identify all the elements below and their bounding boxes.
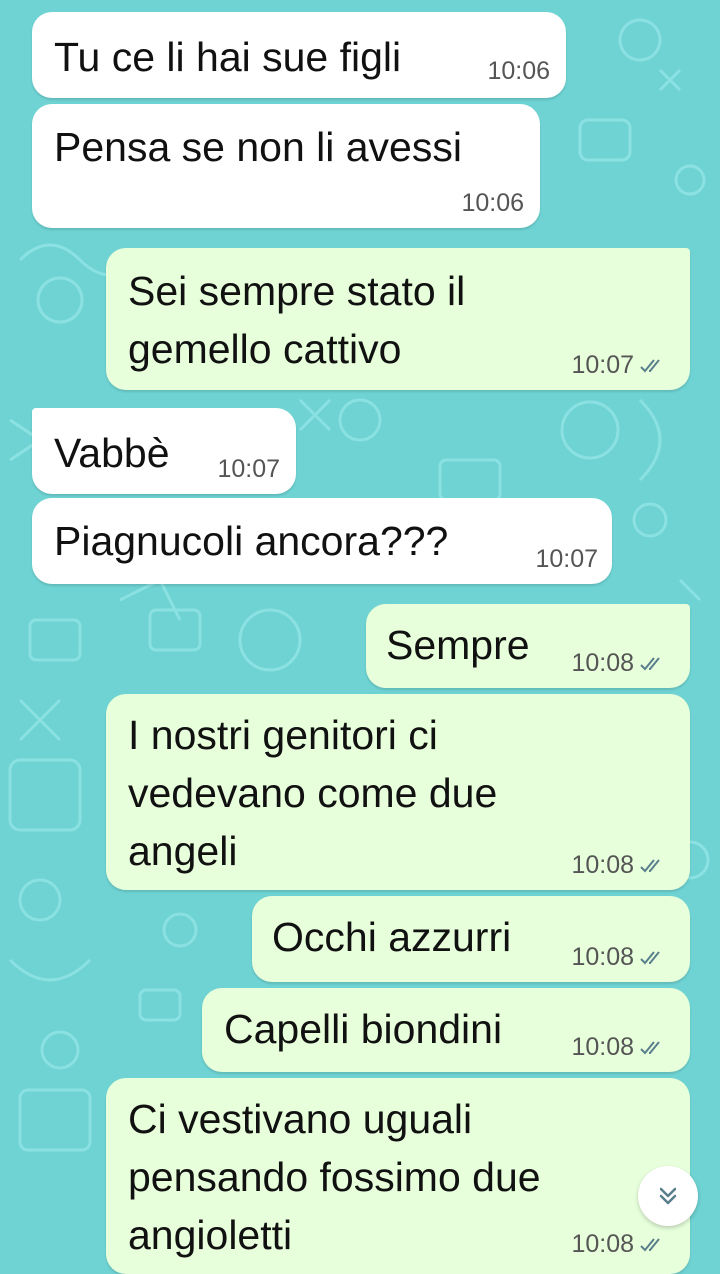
- double-check-icon: [640, 1040, 660, 1054]
- timestamp: 10:08: [571, 1230, 634, 1258]
- message-outgoing[interactable]: Sei sempre stato il gemello cattivo 10:0…: [106, 248, 690, 390]
- message-text: I nostri genitori ci vedevano come due a…: [128, 712, 498, 874]
- message-time: 10:07: [217, 455, 280, 484]
- message-incoming[interactable]: Pensa se non li avessi 10:06: [32, 104, 540, 228]
- message-time: 10:07: [535, 545, 598, 574]
- timestamp: 10:08: [571, 851, 634, 879]
- message-time: 10:06: [461, 189, 524, 218]
- message-text: Occhi azzurri: [272, 914, 512, 960]
- message-outgoing[interactable]: Sempre 10:08: [366, 604, 690, 688]
- message-text: Sei sempre stato il gemello cattivo: [128, 268, 466, 372]
- message-incoming[interactable]: Tu ce li hai sue figli 10:06: [32, 12, 566, 98]
- message-time: 10:07: [571, 351, 664, 380]
- timestamp: 10:07: [535, 545, 598, 573]
- message-time: 10:08: [571, 1033, 664, 1062]
- timestamp: 10:07: [571, 351, 634, 379]
- timestamp: 10:07: [217, 455, 280, 483]
- double-check-icon: [640, 656, 660, 670]
- message-time: 10:08: [571, 1230, 664, 1259]
- message-text: Piagnucoli ancora???: [54, 518, 449, 564]
- message-text: Capelli biondini: [224, 1006, 503, 1052]
- message-outgoing[interactable]: I nostri genitori ci vedevano come due a…: [106, 694, 690, 890]
- timestamp: 10:06: [461, 189, 524, 217]
- double-check-icon: [640, 950, 660, 964]
- message-time: 10:08: [571, 649, 664, 678]
- message-text: Pensa se non li avessi: [54, 124, 462, 170]
- message-time: 10:06: [487, 57, 550, 86]
- double-check-icon: [640, 858, 660, 872]
- message-incoming[interactable]: Vabbè 10:07: [32, 408, 296, 494]
- double-check-icon: [640, 1237, 660, 1251]
- message-time: 10:08: [571, 943, 664, 972]
- message-outgoing[interactable]: Ci vestivano uguali pensando fossimo due…: [106, 1078, 690, 1274]
- message-text: Ci vestivano uguali pensando fossimo due…: [128, 1096, 541, 1258]
- double-check-icon: [640, 358, 660, 372]
- timestamp: 10:08: [571, 943, 634, 971]
- message-incoming[interactable]: Piagnucoli ancora??? 10:07: [32, 498, 612, 584]
- timestamp: 10:08: [571, 649, 634, 677]
- message-text: Vabbè: [54, 430, 170, 476]
- timestamp: 10:06: [487, 57, 550, 85]
- message-text: Sempre: [386, 622, 530, 668]
- message-outgoing[interactable]: Capelli biondini 10:08: [202, 988, 690, 1072]
- scroll-down-button[interactable]: [638, 1166, 698, 1226]
- message-text: Tu ce li hai sue figli: [54, 34, 402, 80]
- double-chevron-down-icon: [659, 1187, 677, 1205]
- message-outgoing[interactable]: Occhi azzurri 10:08: [252, 896, 690, 982]
- message-time: 10:08: [571, 851, 664, 880]
- timestamp: 10:08: [571, 1033, 634, 1061]
